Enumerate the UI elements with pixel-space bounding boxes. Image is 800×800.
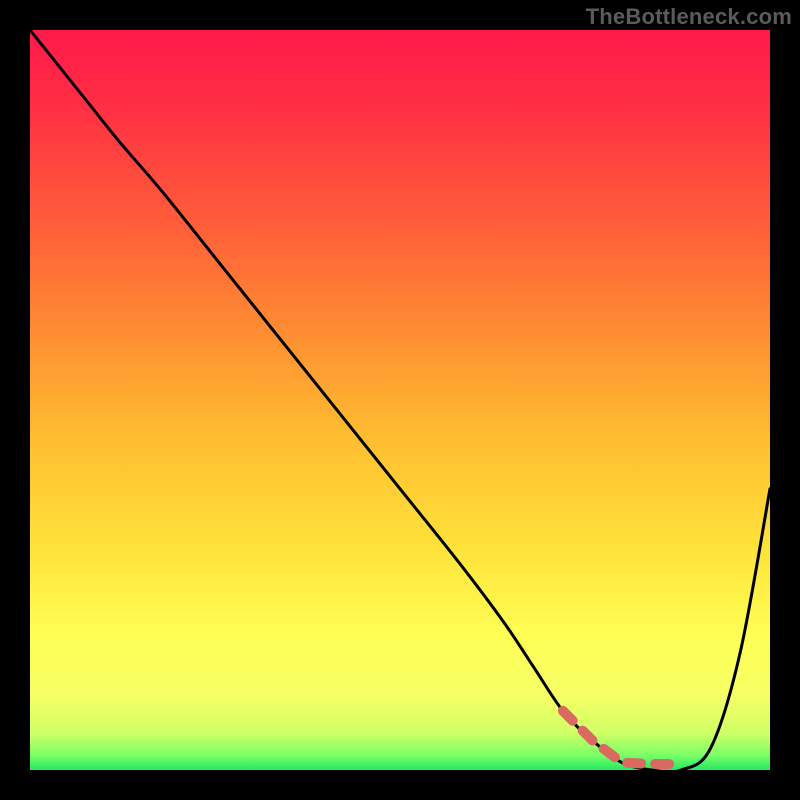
gradient-background (30, 30, 770, 770)
chart-frame: TheBottleneck.com (0, 0, 800, 800)
plot-area (30, 30, 770, 770)
bottleneck-chart (30, 30, 770, 770)
watermark-text: TheBottleneck.com (586, 4, 792, 30)
